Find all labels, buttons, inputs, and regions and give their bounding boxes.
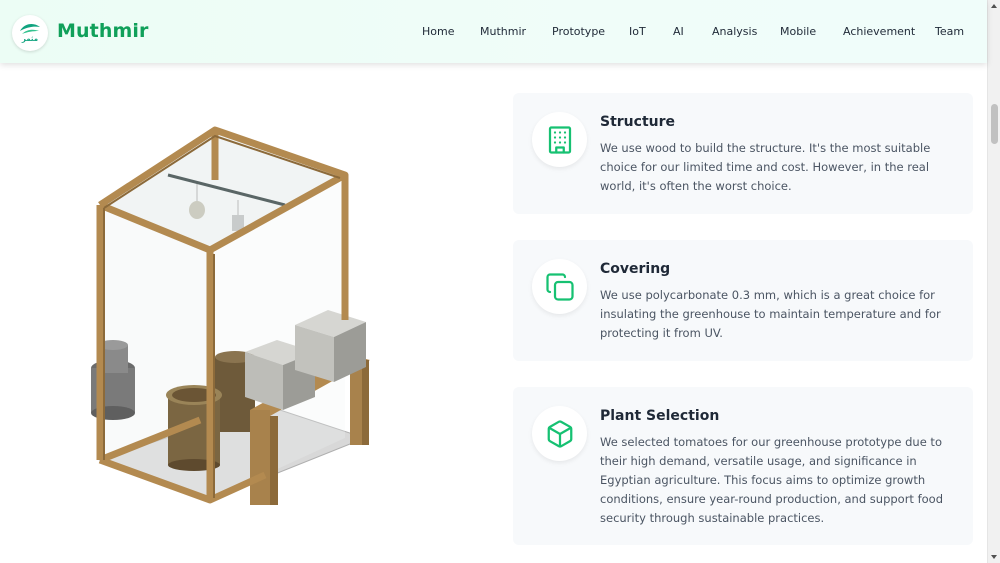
- shelf-leg-back-side: [362, 360, 369, 445]
- nav-muthmir[interactable]: Muthmir: [480, 25, 526, 38]
- nav-mobile[interactable]: Mobile: [780, 25, 816, 38]
- shelf-leg-front-side: [270, 416, 278, 505]
- scroll-up-icon[interactable]: [991, 4, 997, 8]
- greenhouse-prototype-image: [91, 126, 370, 505]
- brand-name[interactable]: Muthmir: [57, 20, 148, 42]
- nav-team[interactable]: Team: [935, 25, 964, 38]
- scrollbar-thumb[interactable]: [991, 104, 998, 144]
- logo-text: مثمر: [21, 35, 39, 43]
- cube-icon: [532, 406, 587, 461]
- nav-prototype[interactable]: Prototype: [552, 25, 605, 38]
- top-navbar: مثمر Muthmir Home Muthmir Prototype IoT …: [0, 0, 987, 63]
- feature-description: We use polycarbonate 0.3 mm, which is a …: [600, 288, 941, 340]
- nav-iot[interactable]: IoT: [629, 25, 646, 38]
- feature-card-structure: Structure We use wood to build the struc…: [513, 93, 973, 214]
- feature-title: Structure: [600, 114, 676, 130]
- feature-card-covering: Covering We use polycarbonate 0.3 mm, wh…: [513, 240, 973, 361]
- feature-description: We use wood to build the structure. It's…: [600, 141, 931, 193]
- page-scrollbar[interactable]: [987, 0, 1000, 563]
- copy-squares-icon: [532, 259, 587, 314]
- nav-analysis[interactable]: Analysis: [712, 25, 757, 38]
- nav-home[interactable]: Home: [422, 25, 454, 38]
- feature-description: We selected tomatoes for our greenhouse …: [600, 435, 944, 525]
- shelf-leg-front: [250, 410, 270, 505]
- feature-title: Covering: [600, 261, 671, 277]
- feature-card-plant-selection: Plant Selection We selected tomatoes for…: [513, 387, 973, 545]
- nav-achievement[interactable]: Achievement: [843, 25, 915, 38]
- feature-title: Plant Selection: [600, 408, 720, 424]
- nav-ai[interactable]: AI: [673, 25, 684, 38]
- building-icon: [532, 112, 587, 167]
- scroll-down-icon[interactable]: [991, 555, 997, 559]
- logo[interactable]: مثمر: [12, 15, 48, 51]
